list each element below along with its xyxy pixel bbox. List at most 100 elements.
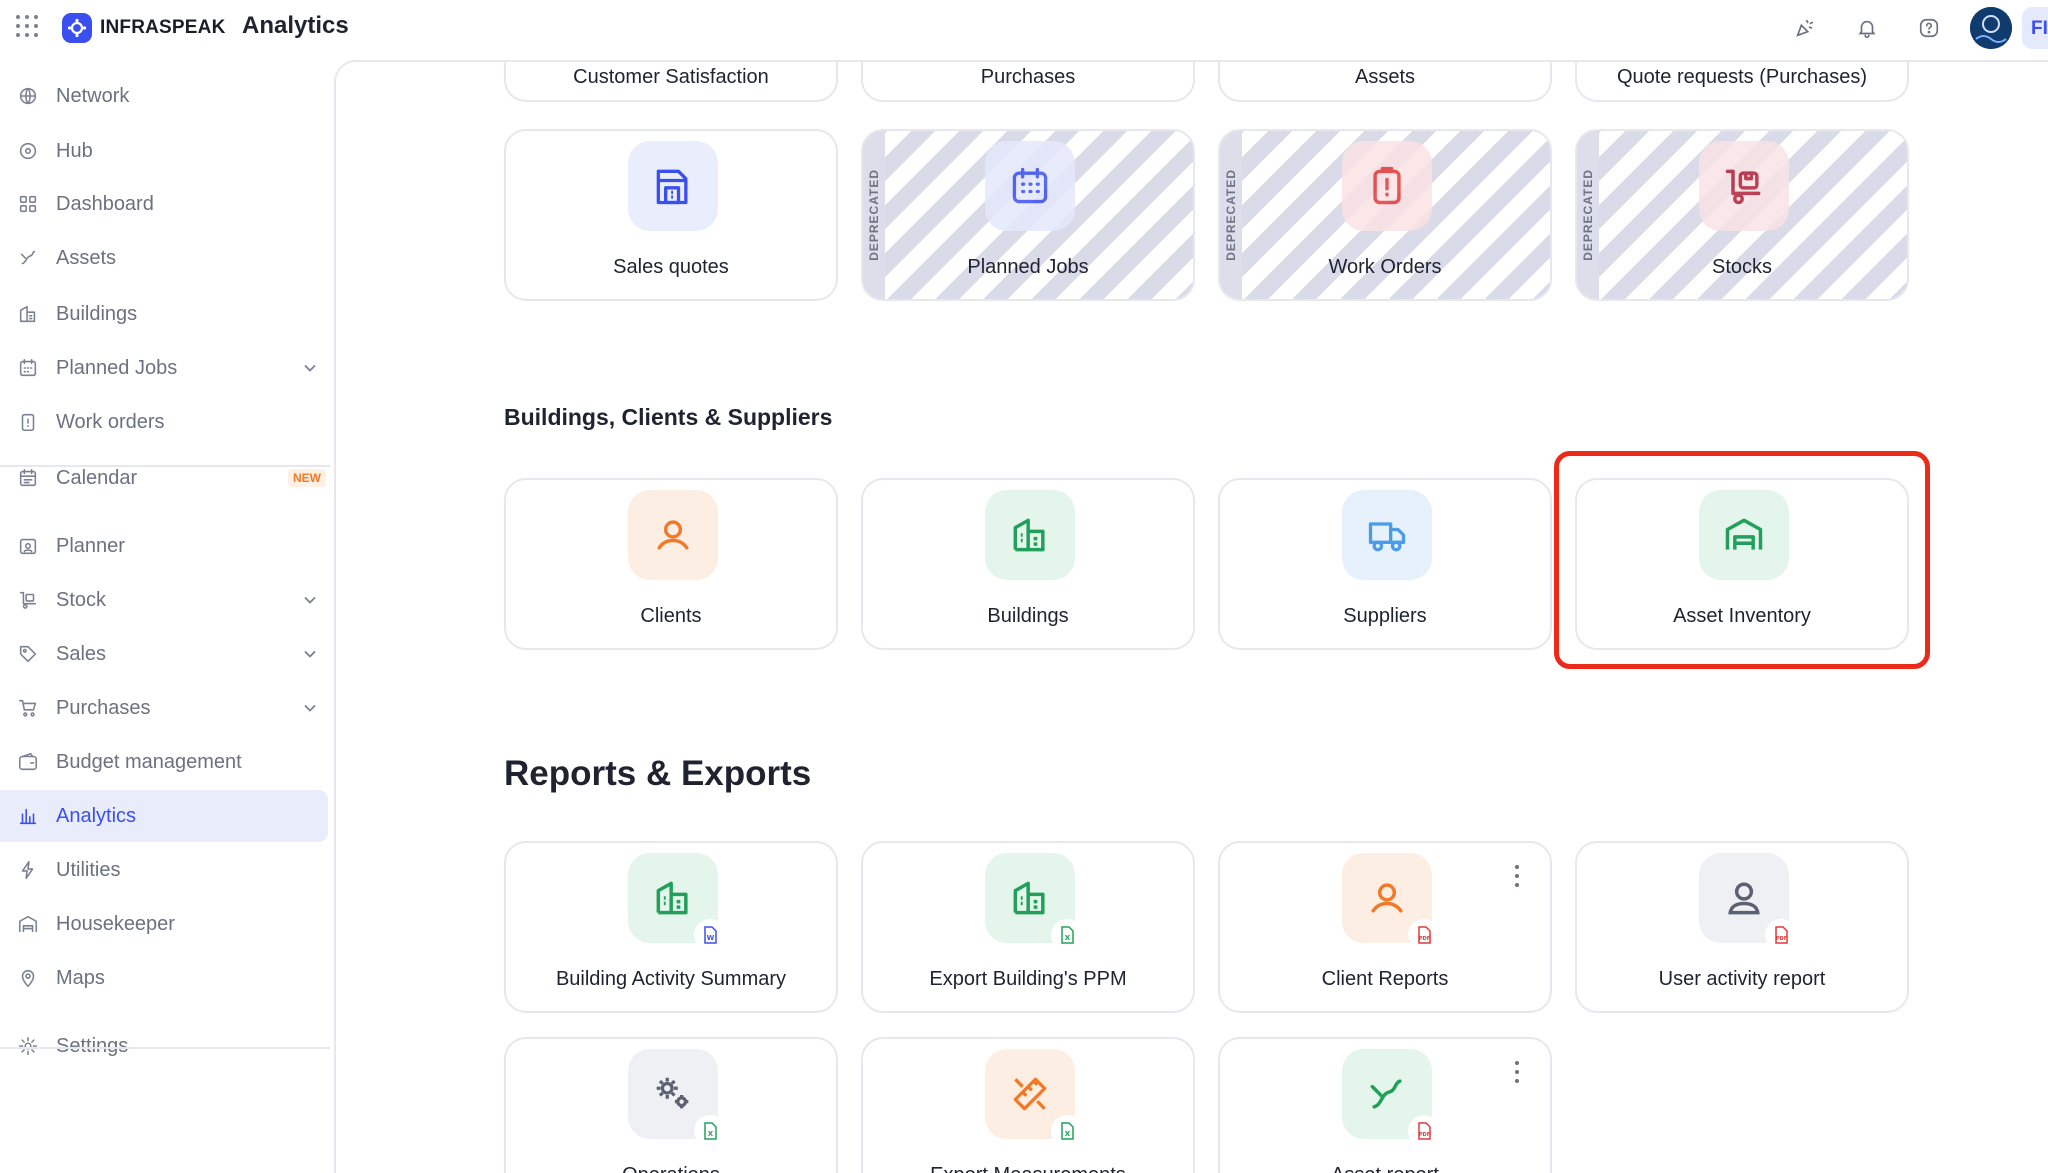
more-options-icon[interactable]: [1512, 1061, 1522, 1083]
card-assets[interactable]: Assets: [1218, 62, 1552, 102]
chevron-down-icon[interactable]: [300, 590, 320, 610]
card-label: Export Measurements: [863, 1164, 1193, 1173]
sidebar-item-label: Planned Jobs: [56, 356, 178, 379]
svg-text:PDF: PDF: [1419, 936, 1430, 942]
brand-logo[interactable]: INFRASPEAK: [62, 13, 226, 43]
section-title-reports: Reports & Exports: [504, 754, 812, 793]
card-label: Assets: [1354, 66, 1416, 88]
card-export-buildings-ppm[interactable]: X Export Building's PPM: [861, 841, 1195, 1013]
sidebar-item-analytics[interactable]: Analytics: [0, 790, 328, 842]
help-icon[interactable]: [1915, 14, 1943, 42]
sidebar-item-label: Planner: [56, 534, 125, 557]
pdf-file-icon: PDF: [1410, 921, 1438, 949]
sidebar-item-label: Analytics: [56, 804, 137, 827]
svg-text:W: W: [707, 934, 715, 942]
sidebar-item-label: Utilities: [56, 858, 121, 881]
planner-icon: [16, 534, 40, 558]
card-label: Planned Jobs: [967, 256, 1089, 278]
card-customer-satisfaction[interactable]: Customer Satisfaction: [504, 62, 838, 102]
card-purchases[interactable]: Purchases: [861, 62, 1195, 102]
map-pin-icon: [16, 966, 40, 990]
svg-text:X: X: [708, 1130, 714, 1138]
section-title-buildings: Buildings, Clients & Suppliers: [504, 404, 833, 430]
chevron-down-icon[interactable]: [300, 698, 320, 718]
card-buildings[interactable]: Buildings: [861, 478, 1195, 650]
card-work-orders-deprecated[interactable]: DEPRECATED Work Orders: [1218, 129, 1552, 301]
card-asset-report[interactable]: PDF Asset report: [1218, 1037, 1552, 1173]
user-initials-chip[interactable]: FI: [2022, 7, 2048, 49]
clients-person-icon: [628, 490, 718, 580]
sidebar-item-housekeeper[interactable]: Housekeeper: [0, 898, 328, 950]
card-label: Customer Satisfaction: [573, 66, 769, 88]
sidebar-item-label: Calendar: [56, 466, 138, 489]
sidebar-item-maps[interactable]: Maps: [0, 952, 328, 1004]
sidebar-item-calendar[interactable]: Calendar NEW: [0, 452, 328, 504]
sidebar-item-stock[interactable]: Stock: [0, 574, 328, 626]
analytics-main-panel: Customer Satisfaction Purchases Assets Q…: [334, 60, 2048, 1173]
more-options-icon[interactable]: [1512, 865, 1522, 887]
pdf-file-icon: PDF: [1767, 921, 1795, 949]
card-user-activity-report[interactable]: PDF User activity report: [1575, 841, 1909, 1013]
bar-chart-icon: [16, 804, 40, 828]
apps-grid-icon[interactable]: [16, 15, 40, 39]
card-operations[interactable]: X Operations: [504, 1037, 838, 1173]
card-label: Stocks: [1711, 256, 1773, 278]
work-orders-clipboard-icon: [1342, 141, 1432, 231]
word-file-icon: W: [696, 921, 724, 949]
excel-file-icon: X: [1053, 1117, 1081, 1145]
svg-text:X: X: [1065, 934, 1071, 942]
sidebar-item-settings[interactable]: Settings: [0, 1020, 328, 1072]
card-quote-requests-purchases[interactable]: Quote requests (Purchases): [1575, 62, 1909, 102]
card-export-measurements[interactable]: X Export Measurements: [861, 1037, 1195, 1173]
sidebar-item-sales[interactable]: Sales: [0, 628, 328, 680]
sidebar-item-work-orders[interactable]: Work orders: [0, 396, 328, 448]
sidebar-item-label: Dashboard: [56, 192, 154, 215]
sidebar-divider: [0, 1047, 330, 1049]
card-label: Asset report: [1220, 1164, 1550, 1173]
sidebar-item-assets[interactable]: Assets: [0, 232, 328, 284]
card-label: Quote requests (Purchases): [1616, 66, 1868, 88]
building-report-icon: W: [628, 853, 724, 949]
card-label: Sales quotes: [613, 256, 729, 278]
sidebar-item-label: Assets: [56, 246, 117, 269]
sidebar-item-budget-management[interactable]: Budget management: [0, 736, 328, 788]
sidebar-item-utilities[interactable]: Utilities: [0, 844, 328, 896]
sidebar-item-purchases[interactable]: Purchases: [0, 682, 328, 734]
chevron-down-icon[interactable]: [300, 358, 320, 378]
wallet-icon: [16, 750, 40, 774]
infraspeak-logo-icon: [62, 13, 92, 43]
assets-icon: [16, 246, 40, 270]
asset-report-wrench-icon: PDF: [1342, 1049, 1438, 1145]
card-label: Work Orders: [1328, 256, 1442, 278]
card-stocks-deprecated[interactable]: DEPRECATED Stocks: [1575, 129, 1909, 301]
announcements-icon[interactable]: [1791, 14, 1819, 42]
card-client-reports[interactable]: PDF Client Reports: [1218, 841, 1552, 1013]
sidebar-item-label: Hub: [56, 139, 93, 162]
pdf-file-icon: PDF: [1410, 1117, 1438, 1145]
measurements-ruler-icon: X: [985, 1049, 1081, 1145]
sidebar-item-network[interactable]: Network: [0, 70, 328, 122]
sidebar-item-dashboard[interactable]: Dashboard: [0, 178, 328, 230]
card-asset-inventory[interactable]: Asset Inventory: [1575, 478, 1909, 650]
excel-file-icon: X: [1053, 921, 1081, 949]
card-suppliers[interactable]: Suppliers: [1218, 478, 1552, 650]
sidebar-item-planned-jobs[interactable]: Planned Jobs: [0, 342, 328, 394]
planned-jobs-calendar-icon: [985, 141, 1075, 231]
client-report-person-icon: PDF: [1342, 853, 1438, 949]
card-label: Client Reports: [1321, 968, 1449, 990]
sidebar-item-label: Sales: [56, 642, 107, 665]
card-building-activity-summary[interactable]: W Building Activity Summary: [504, 841, 838, 1013]
sidebar-item-planner[interactable]: Planner: [0, 520, 328, 572]
chevron-down-icon[interactable]: [300, 644, 320, 664]
card-clients[interactable]: Clients: [504, 478, 838, 650]
sidebar-item-label: Network: [56, 84, 130, 107]
user-avatar[interactable]: [1970, 7, 2012, 49]
sidebar-item-hub[interactable]: Hub: [0, 125, 328, 177]
sidebar-item-buildings[interactable]: Buildings: [0, 288, 328, 340]
excel-file-icon: X: [696, 1117, 724, 1145]
housekeeper-icon: [16, 912, 40, 936]
notifications-bell-icon[interactable]: [1853, 14, 1881, 42]
card-planned-jobs-deprecated[interactable]: DEPRECATED Planned Jobs: [861, 129, 1195, 301]
card-sales-quotes[interactable]: Sales quotes: [504, 129, 838, 301]
sidebar-item-label: Settings: [56, 1034, 129, 1057]
